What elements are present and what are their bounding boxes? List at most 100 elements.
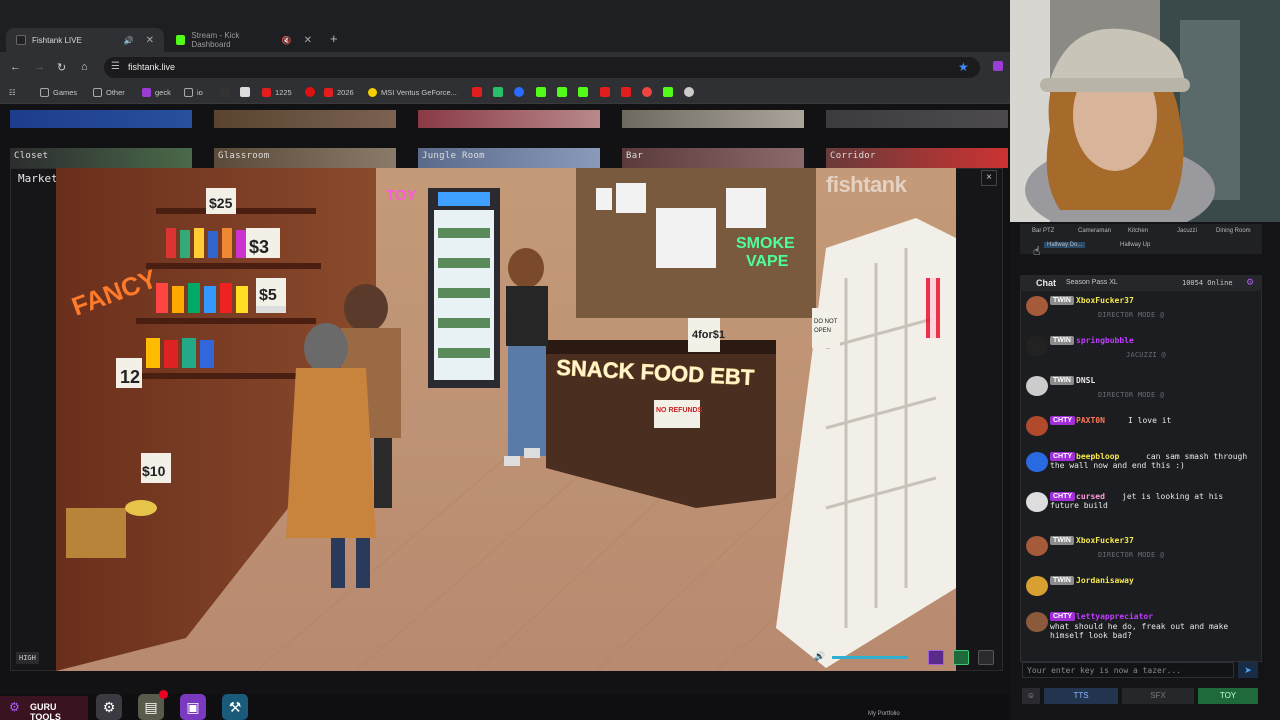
kick-icon[interactable] [557,87,567,97]
bookmark-msi[interactable]: MSI Ventus GeForce... [368,88,457,97]
guru-tools-button[interactable]: ⚙ GURU TOOLS [0,696,88,720]
volume-icon[interactable]: 🔊 [814,651,830,666]
close-tab-icon[interactable]: ✕ [304,35,312,46]
chat-settings-icon[interactable]: ⚙ [1246,277,1254,288]
bookmark-star-icon[interactable]: ★ [958,60,969,74]
emoji-icon[interactable]: ☺ [1022,688,1040,704]
pip-icon[interactable] [928,650,944,665]
reload-icon[interactable]: ↻ [57,61,66,74]
cam-tab-kitchen[interactable]: Kitchen [1128,228,1148,234]
avatar[interactable] [1026,576,1048,596]
quality-badge[interactable]: HIGH [16,652,39,664]
room-thumbnail[interactable] [214,110,396,128]
cam-tab-cameraman[interactable]: Cameraman [1078,228,1111,234]
bookmark-icon-a[interactable] [472,87,482,97]
speaker-icon[interactable]: 🔊 [124,36,134,45]
fullscreen-icon[interactable] [953,650,969,665]
cam-tab-dining-room[interactable]: Dining Room [1216,228,1251,234]
bookmark-1225[interactable]: 1225 [262,88,292,97]
cam-tab-jacuzzi[interactable]: Jacuzzi [1177,228,1197,234]
bookmark-geck[interactable]: geck [142,88,171,97]
avatar[interactable] [1026,612,1048,632]
chat-message: TWIN XboxFucker37 DIRECTOR MODE @ [1026,296,1258,326]
tools-icon[interactable]: ⚒ [222,694,248,720]
avatar[interactable] [1026,452,1048,472]
screen: Fishtank LIVE 🔊 ✕ Stream - Kick Dashboar… [0,0,1280,720]
back-arrow-icon[interactable]: ← [10,61,21,73]
room-thumbnail[interactable] [826,110,1008,128]
chat-input[interactable]: Your enter key is now a tazer... [1022,662,1234,678]
season-pass-label[interactable]: Season Pass XL [1066,279,1118,286]
room-thumb-closet[interactable]: Closet [10,148,192,168]
chat-username[interactable]: DNSL [1076,376,1095,385]
volume-slider[interactable] [832,656,908,659]
room-thumb-bar[interactable]: Bar [622,148,804,168]
current-room-label: Market [18,172,58,185]
cam-tab-bar-ptz[interactable]: Bar PTZ [1032,228,1054,234]
room-thumb-jungle-room[interactable]: Jungle Room [418,148,600,168]
bookmark-io[interactable]: io [184,88,203,97]
tts-button[interactable]: TTS [1044,688,1118,704]
chat-username[interactable]: Jordanisaway [1076,576,1134,585]
youtube-icon[interactable] [621,87,631,97]
tab-fishtank[interactable]: Fishtank LIVE 🔊 ✕ [6,28,164,52]
bookmark-icon-c[interactable] [514,87,524,97]
cam-tab-hallway-up[interactable]: Hallway Up [1120,242,1150,248]
avatar[interactable] [1026,336,1048,356]
close-tab-icon[interactable]: ✕ [146,35,154,46]
room-thumb-glassroom[interactable]: Glassroom [214,148,396,168]
room-thumbnail[interactable] [622,110,804,128]
bookmark-black-icon[interactable] [220,87,230,97]
avatar[interactable] [1026,376,1048,396]
season-pass-icon[interactable]: ▣ [180,694,206,720]
github-icon[interactable] [684,87,694,97]
avatar[interactable] [1026,416,1048,436]
site-info-icon[interactable]: ☰ [111,61,120,72]
url-bar[interactable]: ☰ fishtank.live [104,57,980,78]
settings-gear-icon[interactable]: ⚙ [96,694,122,720]
kick-icon[interactable] [663,87,673,97]
bookmark-icon-d[interactable] [536,87,546,97]
bookmark-icon-e[interactable] [642,87,652,97]
chat-username[interactable]: springbubble [1076,336,1134,345]
avatar[interactable] [1026,296,1048,316]
apps-grid-icon[interactable]: ☷ [9,88,16,97]
mute-icon[interactable]: 🔇 [282,36,292,45]
record-icon[interactable] [978,650,994,665]
send-button[interactable]: ➤ [1238,662,1258,678]
toy-button[interactable]: TOY [1198,688,1258,704]
live-video-feed[interactable]: $25 $3 $5 12 $10 FANCY TOY SMOKE VAPE SN… [56,168,956,671]
cam-tab-hallway-down[interactable]: Hallway Do... [1044,242,1086,248]
room-thumbnail[interactable] [418,110,600,128]
bookmark-2026[interactable]: 2026 [324,88,354,97]
portfolio-label[interactable]: My Portfolio [868,711,900,717]
close-player-button[interactable]: × [981,170,997,186]
kick-icon[interactable] [578,87,588,97]
chat-username[interactable]: XboxFucker37 [1076,536,1134,545]
youtube-icon[interactable] [600,87,610,97]
forward-arrow-icon[interactable]: → [34,61,45,73]
bookmark-games[interactable]: Games [40,88,77,97]
bookmark-other[interactable]: Other [93,88,125,97]
room-thumb-label: Jungle Room [422,151,485,161]
fishtank-favicon-icon [16,35,26,45]
bookmark-red-icon[interactable] [305,87,315,97]
bookmark-icon-b[interactable] [493,87,503,97]
sfx-button[interactable]: SFX [1122,688,1194,704]
chat-message: TWIN springbubble JACUZZI @ [1026,336,1258,366]
bookmark-doc-icon[interactable] [240,87,250,97]
tab-kick-dashboard[interactable]: Stream - Kick Dashboard 🔇 ✕ [166,28,322,52]
avatar[interactable] [1026,492,1048,512]
avatar[interactable] [1026,536,1048,556]
chat-username[interactable]: lettyappreciator [1076,612,1153,621]
room-thumbnail[interactable] [10,110,192,128]
svg-text:$5: $5 [259,287,277,304]
home-icon[interactable]: ⌂ [81,61,88,73]
chat-username[interactable]: PAXT0N [1076,416,1105,425]
new-tab-button[interactable]: + [330,31,338,46]
twin-badge: TWIN [1050,576,1074,585]
chat-username[interactable]: XboxFucker37 [1076,296,1134,305]
bookmark-label: 1225 [275,88,292,97]
extension-icon[interactable] [993,61,1003,71]
room-thumb-corridor[interactable]: Corridor [826,148,1008,168]
